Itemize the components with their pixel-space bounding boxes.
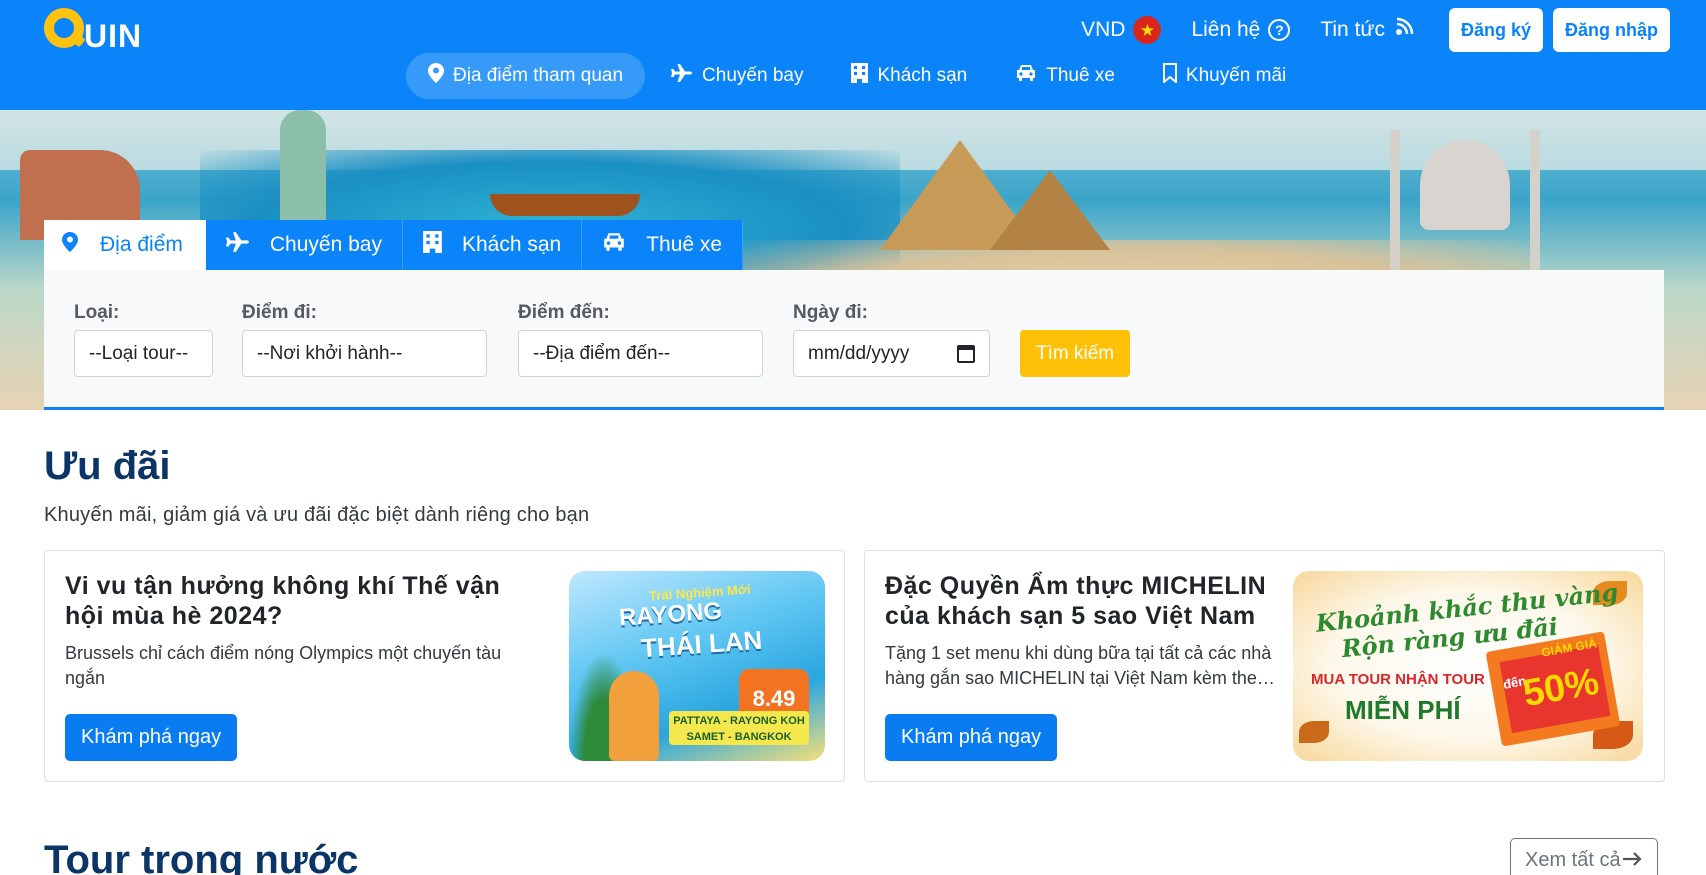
news-label: Tin tức	[1320, 18, 1385, 41]
search-button[interactable]: Tìm kiếm	[1020, 330, 1131, 377]
origin-label: Điểm đi:	[242, 302, 317, 323]
offers-title: Ưu đãi	[44, 444, 171, 488]
offer-card-description: Tặng 1 set menu khi dùng bữa tại tất cả …	[885, 643, 1272, 688]
nav-car-rental-label: Thuê xe	[1046, 65, 1115, 86]
nav-attractions[interactable]: Địa điểm tham quan	[406, 53, 646, 99]
offer-card-title[interactable]: Vi vu tận hưởng không khí Thế vận hội mù…	[65, 571, 525, 631]
nav-hotels-label: Khách sạn	[877, 65, 968, 86]
tab-car-rental[interactable]: Thuê xe	[582, 220, 744, 270]
destination-label: Điểm đến:	[518, 302, 610, 323]
promo-person	[609, 671, 659, 761]
tab-car-rental-label: Thuê xe	[646, 233, 723, 256]
login-button[interactable]: Đăng nhập	[1553, 8, 1670, 52]
contact-label: Liên hệ	[1191, 18, 1261, 41]
building-icon	[851, 63, 869, 89]
hero-minaret-right	[1530, 130, 1540, 270]
calendar-icon[interactable]	[957, 344, 975, 363]
destination-field: Điểm đến: --Địa điểm đến--	[518, 302, 763, 377]
tab-flights[interactable]: Chuyến bay	[205, 220, 403, 270]
offer-card: Đặc Quyền Ẩm thực MICHELIN của khách sạn…	[864, 550, 1665, 782]
question-circle-icon: ?	[1268, 19, 1291, 41]
arrow-right-icon	[1622, 849, 1643, 872]
nav-flights[interactable]: Chuyến bay	[649, 53, 825, 99]
promo-route: PATTAYA - RAYONG KOH SAMET - BANGKOK	[669, 711, 809, 745]
offer-card-title[interactable]: Đặc Quyền Ẩm thực MICHELIN của khách sạn…	[885, 571, 1275, 631]
leaf-decoration	[1299, 721, 1329, 743]
plane-icon	[671, 64, 693, 88]
hero-minaret-left	[1390, 130, 1400, 270]
tab-destination[interactable]: Địa điểm	[44, 220, 206, 270]
car-icon	[602, 232, 626, 258]
promo-tagline: MUA TOUR NHẬN TOUR	[1311, 671, 1485, 688]
origin-field: Điểm đi: --Nơi khởi hành--	[242, 302, 487, 377]
hero-statue	[280, 110, 326, 220]
nav-flights-label: Chuyến bay	[702, 65, 804, 86]
tab-flights-label: Chuyến bay	[269, 233, 382, 256]
tour-type-select[interactable]: --Loại tour--	[74, 330, 213, 377]
date-input[interactable]: mm/dd/yyyy	[793, 330, 990, 377]
promo-title-line2: THÁI LAN	[640, 624, 764, 664]
hero-boat	[490, 194, 640, 216]
building-icon	[423, 231, 442, 259]
tab-hotels-label: Khách sạn	[461, 233, 562, 256]
hero-pyramid-small	[990, 170, 1110, 250]
nav-promotions[interactable]: Khuyến mãi	[1141, 53, 1308, 99]
promo-title-line1: RAYONG	[618, 597, 723, 632]
top-header: UIN VND ★ Liên hệ ? Tin tức Đăng ký Đăng…	[0, 0, 1706, 110]
offer-card-image[interactable]: Khoảnh khắc thu vàng Rộn ràng ưu đãi MUA…	[1293, 571, 1643, 761]
tour-type-field: Loại: --Loại tour--	[74, 302, 213, 377]
nav-car-rental[interactable]: Thuê xe	[993, 53, 1137, 99]
offer-card-image[interactable]: Trải Nghiệm Mới RAYONG THÁI LAN 8.49 PAT…	[569, 571, 825, 761]
plane-icon	[225, 232, 250, 258]
site-logo[interactable]: UIN	[44, 8, 154, 54]
offer-card-description: Brussels chỉ cách điểm nóng Olympics một…	[65, 643, 502, 688]
nav-promotions-label: Khuyến mãi	[1185, 65, 1287, 86]
register-button[interactable]: Đăng ký	[1448, 8, 1543, 52]
car-icon	[1015, 64, 1037, 88]
hero-dome	[1420, 140, 1510, 230]
currency-selector[interactable]: VND ★	[1081, 16, 1162, 44]
date-label: Ngày đi:	[793, 302, 868, 323]
logo-text: UIN	[84, 18, 143, 54]
main-nav: Địa điểm tham quan Chuyến bay Khách sạn …	[406, 53, 1312, 99]
explore-button[interactable]: Khám phá ngay	[885, 714, 1058, 761]
date-field: Ngày đi: mm/dd/yyyy	[793, 302, 990, 377]
news-link[interactable]: Tin tức	[1320, 16, 1415, 44]
vietnam-flag-icon: ★	[1133, 16, 1162, 44]
see-all-label: Xem tất cả	[1525, 848, 1621, 871]
tab-destination-label: Địa điểm	[100, 233, 183, 256]
tour-type-label: Loại:	[74, 302, 120, 323]
see-all-button[interactable]: Xem tất cả	[1510, 838, 1658, 875]
header-actions: VND ★ Liên hệ ? Tin tức Đăng ký Đăng nhậ…	[1081, 8, 1670, 52]
promo-free: MIỄN PHÍ	[1345, 695, 1461, 725]
bookmark-icon	[1162, 63, 1177, 89]
nav-attractions-label: Địa điểm tham quan	[453, 65, 624, 86]
contact-link[interactable]: Liên hệ ?	[1191, 18, 1291, 42]
search-form: Loại: --Loại tour-- Điểm đi: --Nơi khởi …	[44, 270, 1664, 410]
offers-subtitle: Khuyến mãi, giảm giá và ưu đãi đặc biệt …	[44, 504, 590, 526]
domestic-tours-title: Tour trong nước	[44, 838, 359, 875]
origin-select[interactable]: --Nơi khởi hành--	[242, 330, 487, 377]
nav-hotels[interactable]: Khách sạn	[829, 53, 989, 99]
currency-label: VND	[1081, 18, 1126, 41]
date-placeholder: mm/dd/yyyy	[808, 342, 910, 364]
broadcast-icon	[1393, 16, 1415, 44]
map-pin-icon	[428, 63, 444, 89]
search-tabs: Địa điểm Chuyến bay Khách sạn Thuê xe	[44, 220, 744, 270]
tab-hotels[interactable]: Khách sạn	[402, 220, 583, 270]
destination-select[interactable]: --Địa điểm đến--	[518, 330, 763, 377]
offer-card: Vi vu tận hưởng không khí Thế vận hội mù…	[44, 550, 845, 782]
map-pin-icon	[62, 232, 78, 258]
explore-button[interactable]: Khám phá ngay	[65, 714, 238, 761]
